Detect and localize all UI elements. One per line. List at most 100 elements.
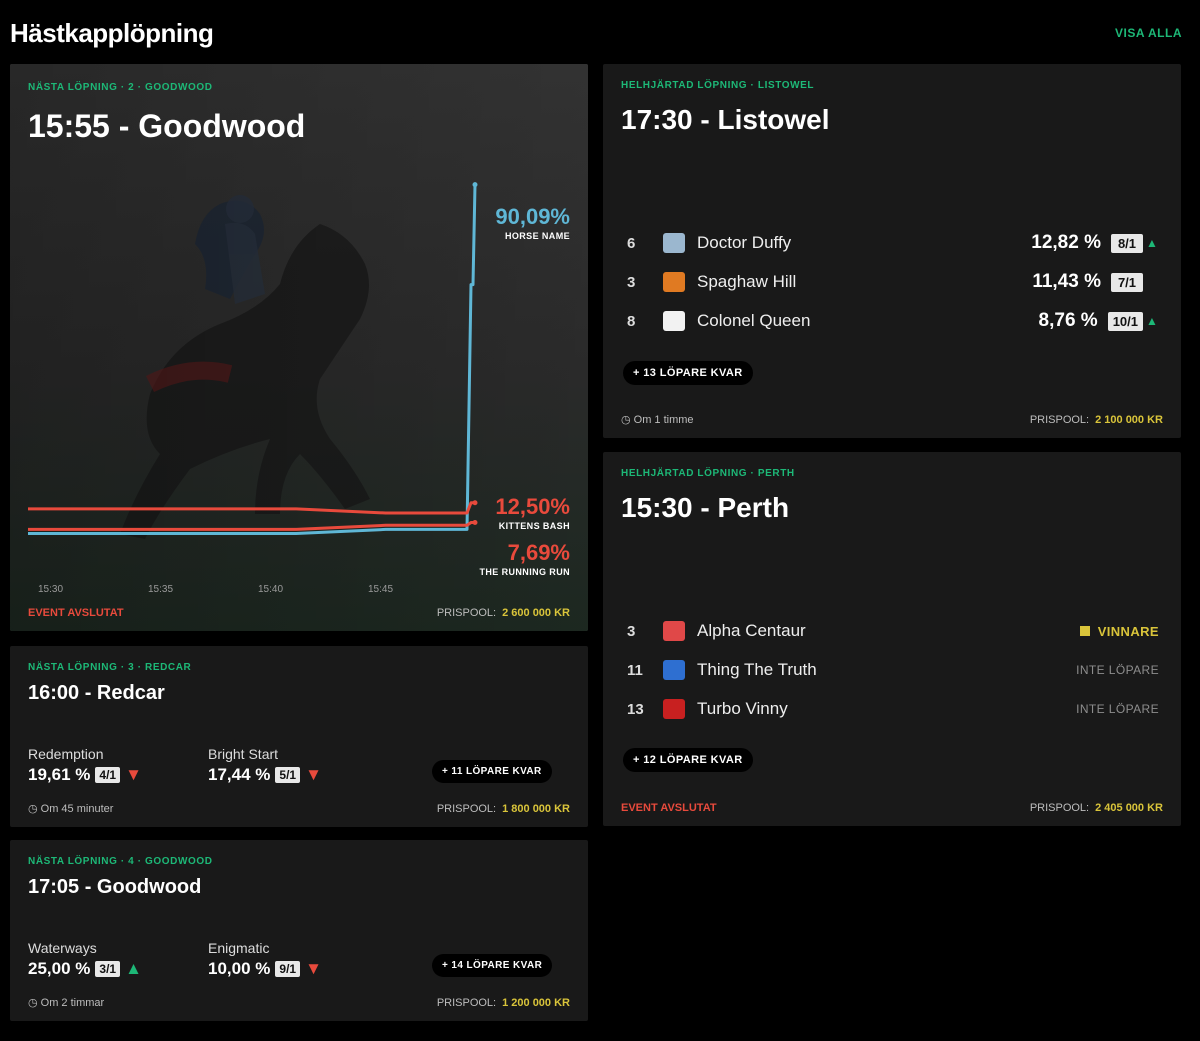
chart-label-name: HORSE NAME (504, 231, 570, 241)
runner-status: INTE LÖPARE (1076, 663, 1159, 677)
runner-name: Turbo Vinny (697, 699, 788, 718)
race-title: 17:30 - Listowel (621, 104, 830, 135)
trend-up-icon: ▲ (1146, 314, 1158, 328)
trend-up-icon: ▲ (1146, 236, 1158, 250)
race-card-listowel[interactable]: HELHJÄRTAD LÖPNING · LISTOWEL 17:30 - Li… (603, 64, 1181, 438)
favourite-name: Bright Start (208, 746, 279, 762)
odds-button[interactable]: 3/1 (95, 961, 121, 977)
prize-pool: PRISPOOL: 2 405 000 KR (1030, 802, 1163, 814)
series-end-point (472, 519, 478, 525)
runner-row[interactable]: 8 Colonel Queen 8,76 % 10/1 ▲ (627, 306, 1159, 336)
favourite-percent: 17,44 % (208, 765, 271, 784)
race-card-goodwood-hero[interactable]: NÄSTA LÖPNING · 2 · GOODWOOD 15:55 - Goo… (10, 64, 588, 631)
trend-down-icon: ▼ (305, 959, 322, 978)
prize-pool-amount: 1 800 000 KR (502, 803, 570, 815)
race-start-time: ◷ Om 2 timmar (28, 997, 105, 1009)
runner-row[interactable]: 13 Turbo Vinny INTE LÖPARE (627, 694, 1159, 724)
favourite-value: 10,00 % 9/1 ▼ (208, 959, 322, 979)
odds-button[interactable]: 5/1 (275, 767, 301, 783)
favourite-name: Enigmatic (208, 940, 270, 956)
odds-button[interactable]: 10/1 (1107, 311, 1143, 331)
prize-pool: PRISPOOL: 2 100 000 KR (1030, 414, 1163, 426)
runner-percent: 8,76 % (1038, 310, 1098, 331)
event-status: EVENT AVSLUTAT (621, 802, 717, 814)
race-card-redcar[interactable]: NÄSTA LÖPNING · 3 · REDCAR 16:00 - Redca… (10, 646, 588, 827)
series-end-point (472, 182, 478, 188)
odds-button[interactable]: 8/1 (1111, 233, 1143, 253)
x-tick-label: 15:30 (38, 584, 63, 595)
more-runners-button[interactable]: + 14 LÖPARE KVAR (432, 954, 553, 977)
runner-status: INTE LÖPARE (1076, 702, 1159, 716)
prize-pool-label: PRISPOOL: (1029, 414, 1090, 426)
runner-percent: 11,43 % (1032, 271, 1101, 292)
chart-label-name: THE RUNNING RUN (479, 567, 570, 577)
runner-status-winner: VINNARE (1079, 624, 1159, 639)
odds-button[interactable]: 7/1 (1111, 272, 1143, 292)
runner-name: Doctor Duffy (697, 233, 792, 252)
runner-number: 3 (627, 273, 636, 291)
prize-pool: PRISPOOL: 1 800 000 KR (437, 803, 570, 815)
jockey-silk-icon (663, 660, 685, 680)
favourite-1[interactable]: Waterways 25,00 % 3/1 ▲ (28, 940, 142, 979)
runner-number: 6 (627, 234, 636, 252)
runner-row[interactable]: 3 Spaghaw Hill 11,43 % 7/1 (627, 267, 1159, 297)
prize-pool: PRISPOOL: 2 600 000 KR (437, 607, 570, 619)
jockey-silk-icon (663, 621, 685, 641)
jockey-silk-icon (663, 233, 685, 253)
more-runners-button[interactable]: + 11 LÖPARE KVAR (432, 760, 552, 783)
prize-pool-label: PRISPOOL: (436, 607, 497, 619)
chart-label-pct: 12,50% (495, 494, 570, 519)
chart-label-series-2: 12,50% KITTENS BASH (495, 494, 570, 531)
favourite-percent: 19,61 % (28, 765, 91, 784)
runner-number: 11 (627, 661, 643, 679)
prize-pool-amount: 2 405 000 KR (1095, 802, 1163, 814)
runner-row[interactable]: 11 Thing The Truth INTE LÖPARE (627, 655, 1159, 685)
runner-name: Spaghaw Hill (697, 272, 797, 291)
prize-pool: PRISPOOL: 1 200 000 KR (437, 997, 570, 1009)
favourite-value: 17,44 % 5/1 ▼ (208, 765, 322, 785)
prize-pool-amount: 1 200 000 KR (502, 997, 570, 1009)
series-line-2 (28, 501, 475, 515)
race-start-time: ◷ Om 45 minuter (28, 803, 114, 815)
favourite-value: 19,61 % 4/1 ▼ (28, 765, 142, 785)
race-card-goodwood[interactable]: NÄSTA LÖPNING · 4 · GOODWOOD 17:05 - Goo… (10, 840, 588, 1021)
jockey-silk-icon (663, 699, 685, 719)
runner-name: Colonel Queen (697, 311, 811, 330)
chart-label-pct: 90,09% (495, 204, 570, 229)
runner-number: 13 (627, 700, 644, 718)
favourite-1[interactable]: Redemption 19,61 % 4/1 ▼ (28, 746, 142, 785)
more-runners-button[interactable]: + 12 LÖPARE KVAR (623, 748, 753, 772)
view-all-link[interactable]: VISA ALLA (1115, 26, 1182, 40)
winner-marker-icon (1079, 626, 1090, 636)
race-title: 16:00 - Redcar (28, 682, 165, 704)
favourite-name: Redemption (28, 746, 104, 762)
favourite-percent: 10,00 % (208, 959, 271, 978)
prize-pool-label: PRISPOOL: (436, 803, 497, 815)
odds-button[interactable]: 9/1 (275, 961, 301, 977)
series-line-1 (28, 184, 477, 535)
trend-down-icon: ▼ (305, 765, 322, 784)
favourite-2[interactable]: Bright Start 17,44 % 5/1 ▼ (208, 746, 322, 785)
race-eyebrow: NÄSTA LÖPNING · 4 · GOODWOOD (28, 856, 213, 867)
x-tick-label: 15:45 (368, 584, 393, 595)
favourite-2[interactable]: Enigmatic 10,00 % 9/1 ▼ (208, 940, 322, 979)
prize-pool-amount: 2 600 000 KR (502, 607, 570, 619)
trend-down-icon: ▼ (125, 765, 142, 784)
chart-label-name: KITTENS BASH (498, 521, 570, 531)
series-end-point (472, 500, 478, 506)
prize-pool-amount: 2 100 000 KR (1095, 414, 1163, 426)
prize-pool-label: PRISPOOL: (1029, 802, 1090, 814)
chart-label-pct: 7,69% (507, 540, 570, 565)
trend-up-icon: ▲ (125, 959, 142, 978)
odds-button[interactable]: 4/1 (95, 767, 121, 783)
race-card-perth[interactable]: HELHJÄRTAD LÖPNING · PERTH 15:30 - Perth… (603, 452, 1181, 826)
chart-label-series-1: 90,09% HORSE NAME (495, 204, 570, 241)
runner-name: Alpha Centaur (697, 621, 806, 640)
x-tick-label: 15:35 (148, 584, 173, 595)
runner-row[interactable]: 3 Alpha Centaur VINNARE (627, 616, 1159, 646)
prize-pool-label: PRISPOOL: (436, 997, 497, 1009)
more-runners-button[interactable]: + 13 LÖPARE KVAR (623, 361, 753, 385)
runner-number: 3 (627, 622, 636, 640)
runner-row[interactable]: 6 Doctor Duffy 12,82 % 8/1 ▲ (627, 228, 1159, 258)
x-tick-label: 15:40 (258, 584, 283, 595)
